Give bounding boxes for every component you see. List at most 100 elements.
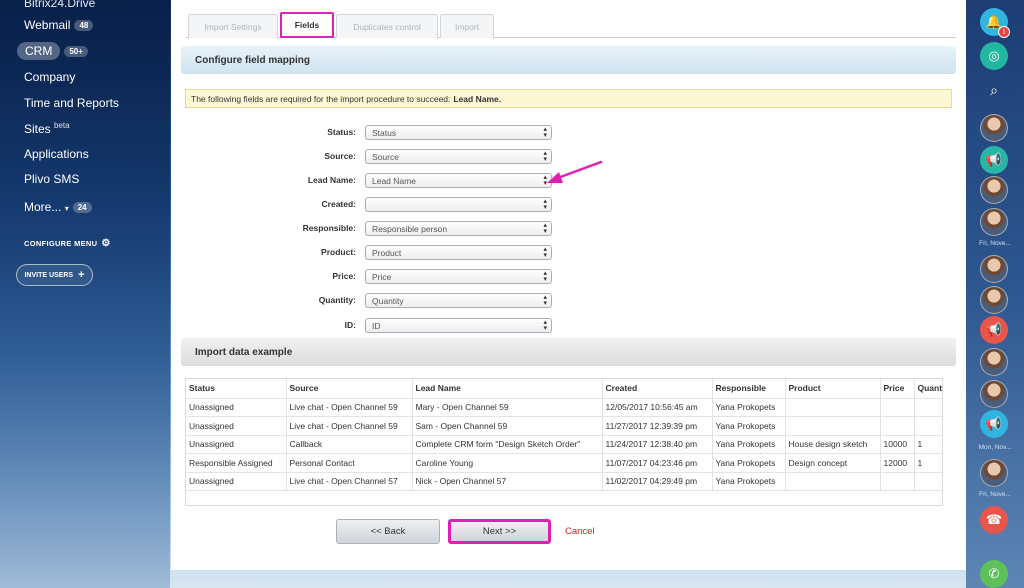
tab-import-settings[interactable]: Import Settings [188, 14, 278, 38]
table-cell: Live chat - Open Channel 59 [286, 416, 413, 436]
table-cell: Live chat - Open Channel 59 [286, 398, 413, 417]
field-label: Responsible: [302, 223, 356, 233]
source-select[interactable]: Source ▴ ▾ [365, 149, 552, 164]
sidebar-item-more[interactable]: More... ▾ 24 [24, 200, 92, 214]
avatar[interactable] [980, 208, 1008, 236]
table-cell: Unassigned [186, 472, 287, 491]
crm-count-badge: 50+ [64, 46, 88, 58]
table-cell [785, 416, 881, 436]
field-label: Quantity: [318, 295, 356, 305]
next-button[interactable]: Next >> [448, 519, 551, 544]
tab-fields[interactable]: Fields [280, 12, 334, 38]
product-select[interactable]: Product ▴ ▾ [365, 245, 552, 260]
lead-name-select[interactable]: Lead Name ▴ ▾ [365, 173, 552, 188]
table-row: Unassigned Live chat - Open Channel 57 N… [186, 472, 942, 491]
table-cell [914, 398, 942, 417]
annotation-arrow-icon [547, 160, 603, 183]
more-count-badge: 24 [72, 202, 92, 214]
quantity-select[interactable]: Quantity ▴ ▾ [365, 293, 552, 308]
field-label: Price: [332, 271, 356, 281]
select-arrows-icon: ▴ ▾ [543, 126, 547, 139]
avatar[interactable] [980, 348, 1008, 376]
sidebar-item-drive[interactable]: Bitrix24.Drive [24, 0, 95, 10]
avatar[interactable] [980, 176, 1008, 204]
table-cell: Responsible Assigned [186, 453, 287, 473]
id-select[interactable]: ID ▴ ▾ [365, 318, 552, 333]
table-cell: Yana Prokopets [712, 453, 786, 473]
table-cell [880, 398, 915, 417]
sidebar-item-sites[interactable]: Sites beta [24, 121, 70, 136]
table-cell: Callback [286, 435, 413, 454]
tab-duplicates-control[interactable]: Duplicates control [336, 14, 438, 38]
megaphone-icon[interactable]: 📢 [980, 146, 1008, 174]
bell-icon[interactable]: 🔔 1 [980, 8, 1010, 38]
field-label: Created: [321, 199, 356, 209]
phone-icon[interactable]: ☎ [980, 506, 1008, 534]
sidebar-item-webmail[interactable]: Webmail 48 [24, 18, 94, 32]
right-sidebar: 🔔 1 ◎ ⌕ 📢 Fri, Nove... 📢 📢 Mon, Nov... Fr… [966, 0, 1024, 588]
table-cell: 11/02/2017 04:29:49 pm [602, 472, 713, 491]
import-example-header: Import data example [181, 338, 956, 366]
status-select[interactable]: Status ▴ ▾ [365, 125, 552, 140]
column-header-lead-name: Lead Name [412, 379, 603, 399]
notification-count-badge: 1 [998, 26, 1010, 38]
table-cell: 12/05/2017 10:56:45 am [602, 398, 713, 417]
table-cell: Yana Prokopets [712, 472, 786, 491]
table-cell: 10000 [880, 435, 915, 454]
column-header-responsible: Responsible [712, 379, 786, 399]
table-cell: Yana Prokopets [712, 416, 786, 436]
back-button[interactable]: << Back [336, 519, 440, 544]
table-row: Unassigned Callback Complete CRM form "D… [186, 435, 942, 454]
invite-users-button[interactable]: INVITE USERS + [16, 264, 93, 286]
sidebar-item-company[interactable]: Company [24, 70, 75, 84]
price-select[interactable]: Price ▴ ▾ [365, 269, 552, 284]
field-label: Source: [324, 151, 356, 161]
avatar[interactable] [980, 286, 1008, 314]
field-label: ID: [344, 320, 356, 330]
avatar[interactable] [980, 255, 1008, 283]
avatar[interactable] [980, 459, 1008, 487]
sidebar-item-crm[interactable]: CRM 50+ [17, 42, 88, 60]
avatar[interactable] [980, 114, 1008, 142]
call-icon[interactable]: ✆ [980, 560, 1008, 588]
avatar[interactable] [980, 380, 1008, 408]
sidebar-item-time-reports[interactable]: Time and Reports [24, 96, 119, 110]
mapping-row-lead-name: Lead Name: Lead Name ▴ ▾ [171, 173, 771, 188]
megaphone-icon[interactable]: 📢 [980, 316, 1008, 344]
field-label: Status: [327, 127, 356, 137]
table-cell: Unassigned [186, 416, 287, 436]
sidebar-item-plivo-sms[interactable]: Plivo SMS [24, 172, 79, 186]
sidebar-item-applications[interactable]: Applications [24, 147, 89, 161]
search-icon[interactable]: ⌕ [980, 76, 1008, 104]
mapping-row-source: Source: Source ▴ ▾ [171, 149, 771, 164]
configure-menu-button[interactable]: CONFIGURE MENU ⚙ [24, 238, 111, 249]
required-field-name: Lead Name. [453, 93, 502, 104]
table-cell [785, 398, 881, 417]
mapping-row-responsible: Responsible: Responsible person ▴ ▾ [171, 221, 771, 236]
select-arrows-icon: ▴ ▾ [543, 222, 547, 235]
table-cell: Nick - Open Channel 57 [412, 472, 603, 491]
tab-import[interactable]: Import [440, 14, 494, 38]
select-arrows-icon: ▴ ▾ [543, 198, 547, 211]
table-cell: 11/24/2017 12:38:40 pm [602, 435, 713, 454]
beta-label: beta [54, 121, 70, 130]
cancel-link[interactable]: Cancel [565, 526, 595, 537]
table-cell: 11/07/2017 04:23:46 pm [602, 453, 713, 473]
crm-active-pill: CRM [17, 42, 61, 60]
select-arrows-icon: ▴ ▾ [543, 246, 547, 259]
table-cell: Unassigned [186, 435, 287, 454]
megaphone-icon[interactable]: 📢 [980, 410, 1008, 438]
gear-icon: ⚙ [101, 238, 111, 249]
field-mapping-header: Configure field mapping [181, 46, 956, 74]
column-header-price: Price [880, 379, 915, 399]
responsible-select[interactable]: Responsible person ▴ ▾ [365, 221, 552, 236]
mapping-row-created: Created: ▴ ▾ [171, 197, 771, 212]
chat-icon[interactable]: ◎ [980, 42, 1008, 70]
table-cell: Personal Contact [286, 453, 413, 473]
select-arrows-icon: ▴ ▾ [543, 294, 547, 307]
mapping-row-quantity: Quantity: Quantity ▴ ▾ [171, 293, 771, 308]
created-select[interactable]: ▴ ▾ [365, 197, 552, 212]
table-cell: 1 [914, 435, 942, 454]
table-cell: 11/27/2017 12:39:39 pm [602, 416, 713, 436]
table-cell [914, 416, 942, 436]
